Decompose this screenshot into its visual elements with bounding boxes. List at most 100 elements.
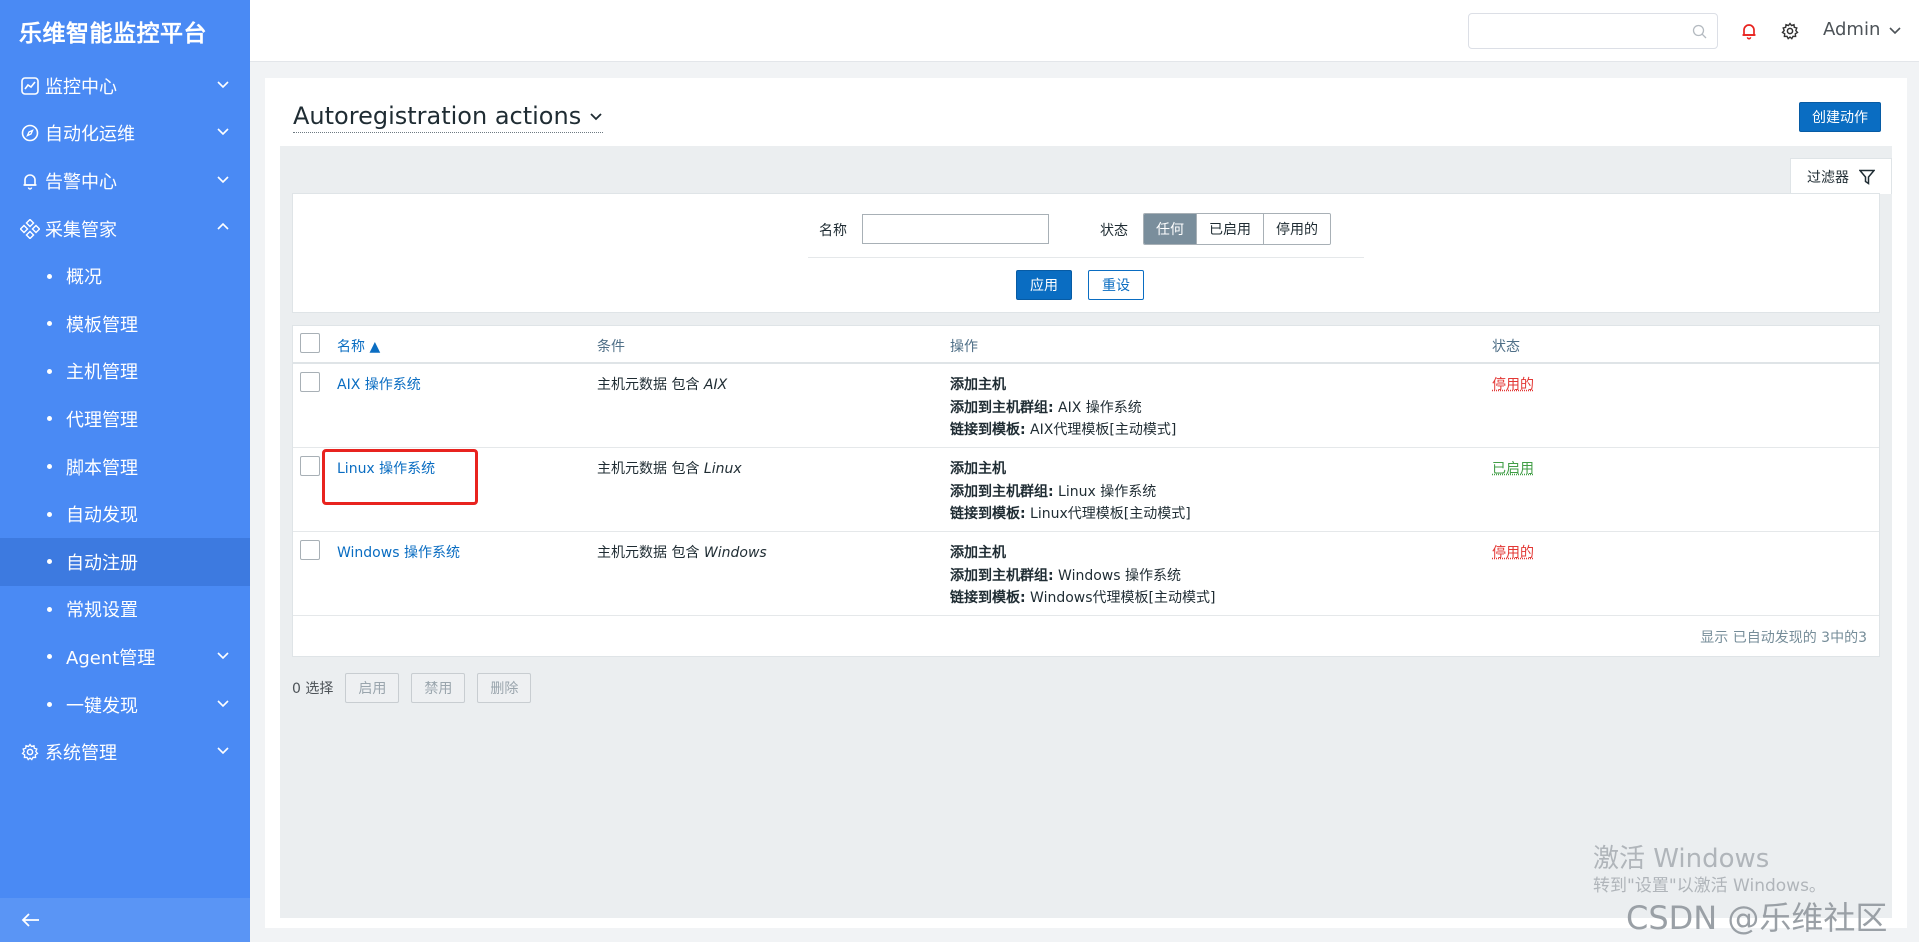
- nav-system-management[interactable]: 系统管理: [0, 728, 250, 776]
- filter-divider: [808, 257, 1364, 258]
- nav-alert-center[interactable]: 告警中心: [0, 157, 250, 205]
- filter-name-input[interactable]: [862, 214, 1049, 244]
- operation-add-host: 添加主机: [950, 545, 1006, 561]
- sub-item-agent-management[interactable]: Agent管理: [0, 633, 250, 681]
- sub-item-script-management[interactable]: 脚本管理: [0, 443, 250, 491]
- sub-item-host-management[interactable]: 主机管理: [0, 348, 250, 396]
- sub-item-label: Agent管理: [66, 647, 156, 669]
- table-header: 名称 ▲ 条件 操作 状态: [293, 326, 1879, 364]
- select-all-checkbox[interactable]: [300, 333, 320, 353]
- nav-label: 自动化运维: [45, 124, 135, 146]
- sub-item-overview[interactable]: 概况: [0, 252, 250, 300]
- bell-icon: [19, 170, 41, 192]
- operation-template-label: 链接到模板:: [950, 590, 1026, 606]
- column-header-status: 状态: [1492, 339, 1520, 355]
- nav-label: 监控中心: [45, 76, 117, 98]
- nav-automation-ops[interactable]: 自动化运维: [0, 110, 250, 158]
- sub-item-label: 自动发现: [66, 505, 138, 527]
- apply-button[interactable]: 应用: [1016, 270, 1072, 300]
- sub-item-label: 一键发现: [66, 695, 138, 717]
- actions-table: 名称 ▲ 条件 操作 状态 AIX 操作系统 主机元数据 包含 AIX 添加主机…: [292, 325, 1880, 657]
- sub-item-label: 主机管理: [66, 362, 138, 384]
- filter-funnel-icon: [1859, 169, 1875, 185]
- search-icon: [1692, 24, 1707, 39]
- condition-value: Windows: [703, 545, 767, 561]
- reset-button[interactable]: 重设: [1088, 270, 1144, 300]
- column-header-name[interactable]: 名称 ▲: [337, 336, 380, 356]
- chevron-down-icon: [217, 747, 229, 755]
- arrow-left-icon: [21, 913, 39, 927]
- nav-collection-manager[interactable]: 采集管家: [0, 205, 250, 253]
- sub-item-label: 代理管理: [66, 409, 138, 431]
- table-row: Linux 操作系统 主机元数据 包含 Linux 添加主机 添加到主机群组: …: [293, 448, 1879, 532]
- sub-item-proxy-management[interactable]: 代理管理: [0, 395, 250, 443]
- operation-group-value: Windows 操作系统: [1053, 567, 1182, 584]
- sub-item-general-settings[interactable]: 常规设置: [0, 586, 250, 634]
- row-checkbox[interactable]: [300, 456, 320, 476]
- action-conditions: 主机元数据 包含 Windows: [597, 542, 767, 565]
- bullet-dot: [47, 654, 52, 660]
- chevron-up-icon: [217, 222, 229, 230]
- sidebar: 乐维智能监控平台 监控中心 自动化运维 告警中心 采集管家 概况 模板管理 主机…: [0, 0, 250, 942]
- bullet-dot: [47, 321, 52, 327]
- search-input[interactable]: [1468, 13, 1718, 49]
- disable-button[interactable]: 禁用: [411, 673, 466, 703]
- row-checkbox[interactable]: [300, 540, 320, 560]
- status-toggle-link[interactable]: 已启用: [1492, 458, 1534, 481]
- nav-monitor-center[interactable]: 监控中心: [0, 62, 250, 110]
- status-option-disabled[interactable]: 停用的: [1264, 214, 1330, 244]
- chart-line-icon: [19, 75, 41, 97]
- action-name-link[interactable]: Windows 操作系统: [337, 542, 460, 565]
- main-content: Autoregistration actions 创建动作 过滤器 名称 状态 …: [265, 78, 1907, 928]
- settings-gear-icon[interactable]: [1779, 20, 1801, 42]
- topbar: Admin: [250, 0, 1919, 62]
- sub-item-template-management[interactable]: 模板管理: [0, 300, 250, 348]
- row-checkbox[interactable]: [300, 372, 320, 392]
- sub-item-one-click-discovery[interactable]: 一键发现: [0, 681, 250, 729]
- action-operations: 添加主机 添加到主机群组: Windows 操作系统 链接到模板: Window…: [950, 542, 1215, 610]
- bullet-dot: [47, 702, 52, 708]
- user-menu[interactable]: Admin: [1823, 19, 1902, 40]
- compass-icon: [19, 122, 41, 144]
- action-name-link[interactable]: AIX 操作系统: [337, 374, 421, 397]
- sub-item-auto-registration[interactable]: 自动注册: [0, 537, 250, 586]
- collapse-sidebar-button[interactable]: [0, 898, 250, 942]
- csdn-watermark: CSDN @乐维社区: [1626, 899, 1888, 937]
- column-header-conditions: 条件: [597, 339, 625, 355]
- action-operations: 添加主机 添加到主机群组: Linux 操作系统 链接到模板: Linux代理模…: [950, 458, 1191, 526]
- status-option-any[interactable]: 任何: [1144, 214, 1197, 244]
- action-conditions: 主机元数据 包含 AIX: [597, 374, 727, 397]
- mass-action-bar: 0 选择 启用 禁用 删除: [292, 673, 532, 703]
- status-segmented-control: 任何 已启用 停用的: [1143, 213, 1331, 245]
- page-title-dropdown[interactable]: Autoregistration actions: [293, 102, 604, 133]
- operation-group-label: 添加到主机群组:: [950, 399, 1054, 416]
- action-conditions: 主机元数据 包含 Linux: [597, 458, 742, 481]
- nav-label: 系统管理: [45, 743, 117, 765]
- bullet-dot: [47, 273, 52, 279]
- table-footer-count: 显示 已自动发现的 3中的3: [1700, 630, 1867, 646]
- create-action-button[interactable]: 创建动作: [1799, 102, 1881, 132]
- operation-add-host: 添加主机: [950, 461, 1006, 477]
- sub-item-label: 常规设置: [66, 600, 138, 622]
- action-operations: 添加主机 添加到主机群组: AIX 操作系统 链接到模板: AIX代理模板[主动…: [950, 374, 1176, 442]
- filter-tab-label: 过滤器: [1807, 169, 1849, 186]
- nav-label: 告警中心: [45, 171, 117, 193]
- annotation-highlight-box: [322, 449, 478, 505]
- sub-item-label: 概况: [66, 267, 102, 289]
- filter-panel: 名称 状态 任何 已启用 停用的 应用 重设: [292, 193, 1880, 313]
- bullet-dot: [47, 511, 52, 517]
- enable-button[interactable]: 启用: [345, 673, 400, 703]
- operation-template-value: Windows代理模板[主动模式]: [1025, 590, 1216, 606]
- operation-group-value: Linux 操作系统: [1053, 483, 1157, 500]
- status-toggle-link[interactable]: 停用的: [1492, 374, 1534, 397]
- notification-bell-icon[interactable]: [1738, 20, 1760, 42]
- operation-group-label: 添加到主机群组:: [950, 483, 1054, 500]
- filter-tab[interactable]: 过滤器: [1790, 158, 1892, 194]
- operation-template-label: 链接到模板:: [950, 422, 1026, 438]
- status-toggle-link[interactable]: 停用的: [1492, 542, 1534, 565]
- sub-item-auto-discovery[interactable]: 自动发现: [0, 490, 250, 538]
- operation-template-value: Linux代理模板[主动模式]: [1025, 506, 1191, 522]
- condition-prefix: 主机元数据 包含: [597, 545, 704, 561]
- delete-button[interactable]: 删除: [477, 673, 532, 703]
- status-option-enabled[interactable]: 已启用: [1197, 214, 1264, 244]
